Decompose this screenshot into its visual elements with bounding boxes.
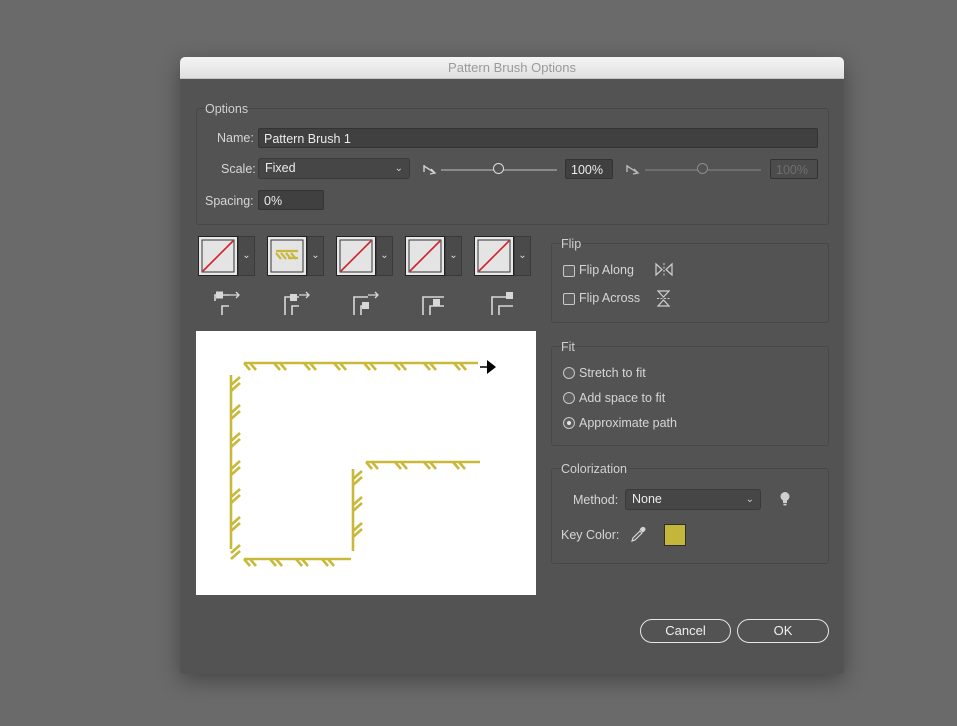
none-swatch-icon (201, 239, 235, 273)
pattern-brush-options-dialog: Pattern Brush Options Options Name: Patt… (180, 57, 844, 674)
inner-corner-tile-dropdown[interactable]: ⌄ (376, 236, 393, 276)
inner-corner-tile-swatch[interactable] (336, 236, 376, 276)
method-select[interactable]: None ⌄ (625, 489, 761, 510)
method-label: Method: (573, 493, 619, 507)
inner-corner-tile-position-icon (353, 291, 379, 315)
scale-select-value: Fixed (265, 161, 296, 175)
chevron-down-icon: ⌄ (394, 163, 403, 174)
end-tile-dropdown[interactable]: ⌄ (514, 236, 531, 276)
window-title: Pattern Brush Options (180, 57, 844, 79)
brush-preview (196, 331, 536, 595)
end-tile-position-icon (491, 292, 513, 315)
path-direction-arrow-icon (487, 360, 496, 374)
flip-across-label[interactable]: Flip Across (579, 291, 640, 305)
pattern-path-preview (229, 360, 496, 567)
start-tile-position-icon (422, 296, 444, 315)
key-color-swatch[interactable] (664, 524, 686, 546)
spacing-field[interactable]: 0% (258, 190, 324, 210)
name-field[interactable]: Pattern Brush 1 (258, 128, 818, 148)
colorization-group-title: Colorization (561, 462, 628, 476)
none-swatch-icon (339, 239, 373, 273)
approximate-path-radio[interactable] (563, 417, 575, 429)
none-swatch-icon (408, 239, 442, 273)
eyedropper-icon[interactable] (630, 526, 646, 543)
flip-across-checkbox[interactable] (563, 293, 575, 305)
flip-along-icon (655, 262, 673, 277)
scale-percent-field[interactable]: 100% (565, 159, 613, 179)
flip-group-title: Flip (561, 237, 582, 251)
side-tile-dropdown[interactable]: ⌄ (238, 236, 255, 276)
key-color-label: Key Color: (561, 528, 620, 542)
add-space-to-fit-label[interactable]: Add space to fit (579, 391, 665, 405)
chevron-down-icon: ⌄ (745, 494, 754, 505)
scale-slider-disabled-thumb (697, 163, 708, 174)
none-swatch-icon (477, 239, 511, 273)
stretch-to-fit-label[interactable]: Stretch to fit (579, 366, 646, 380)
approximate-path-label[interactable]: Approximate path (579, 416, 677, 430)
scale-select[interactable]: Fixed ⌄ (258, 158, 410, 179)
end-tile-swatch[interactable] (474, 236, 514, 276)
start-tile-dropdown[interactable]: ⌄ (445, 236, 462, 276)
flip-group (551, 243, 829, 323)
options-group-title: Options (205, 102, 249, 116)
side-tile-position-icon (214, 291, 240, 315)
flip-along-checkbox[interactable] (563, 265, 575, 277)
scale-percent-disabled-field: 100% (770, 159, 818, 179)
cancel-button[interactable]: Cancel (640, 619, 731, 643)
tips-lightbulb-icon[interactable] (779, 491, 791, 507)
pattern-strokes (229, 361, 480, 567)
name-label: Name: (217, 131, 254, 145)
outer-corner-tile-position-icon (284, 291, 310, 315)
pattern-hatch-icon (270, 239, 304, 273)
flip-across-icon (656, 290, 671, 307)
flip-along-label[interactable]: Flip Along (579, 263, 634, 277)
outer-corner-tile-swatch[interactable] (267, 236, 307, 276)
ok-button[interactable]: OK (737, 619, 829, 643)
outer-corner-tile-dropdown[interactable]: ⌄ (307, 236, 324, 276)
scale-slider-thumb[interactable] (493, 163, 504, 174)
fit-group-title: Fit (561, 340, 575, 354)
spacing-label: Spacing: (205, 194, 254, 208)
colorization-group (551, 468, 829, 564)
scale-label: Scale: (221, 162, 256, 176)
method-select-value: None (632, 492, 662, 506)
side-tile-swatch[interactable] (198, 236, 238, 276)
variation-icon-disabled (626, 165, 640, 175)
start-tile-swatch[interactable] (405, 236, 445, 276)
stretch-to-fit-radio[interactable] (563, 367, 575, 379)
add-space-to-fit-radio[interactable] (563, 392, 575, 404)
pressure-variation-icon[interactable] (423, 163, 437, 175)
